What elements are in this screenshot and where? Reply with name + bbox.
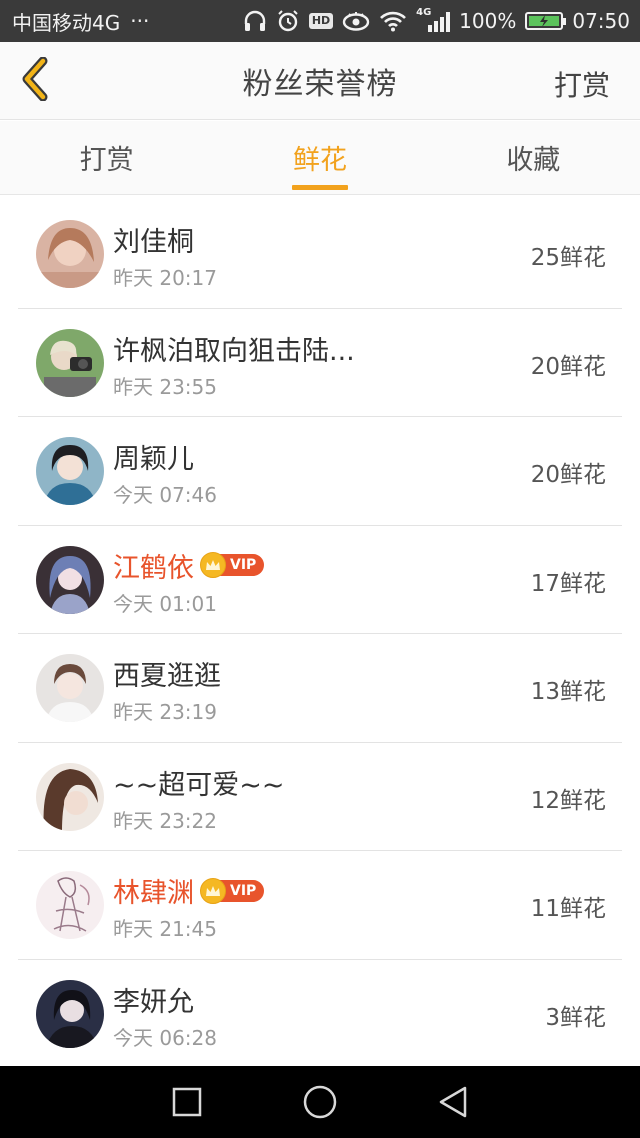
avatar[interactable] <box>36 328 104 397</box>
cellular-signal-icon: 4G <box>416 7 451 32</box>
clock-time: 07:50 <box>572 9 630 33</box>
timestamp: 昨天 20:17 <box>113 266 217 290</box>
crown-icon <box>200 552 226 578</box>
tab-label: 打赏 <box>79 145 134 176</box>
list-item[interactable]: 江鹤依 VIP 今天 01:01 17鲜花 <box>18 526 622 634</box>
timestamp: 昨天 23:22 <box>113 808 217 833</box>
flower-count: 11鲜花 <box>530 896 606 922</box>
avatar[interactable] <box>36 220 104 288</box>
timestamp: 昨天 23:55 <box>113 374 217 399</box>
tab-label: 鲜花 <box>292 145 347 176</box>
avatar[interactable] <box>36 871 104 939</box>
page-title: 粉丝荣誉榜 <box>242 66 398 102</box>
list-item[interactable]: 李妍允 今天 06:28 3鲜花 <box>18 960 622 1069</box>
flower-count: 13鲜花 <box>530 679 606 705</box>
timestamp: 今天 01:01 <box>113 591 217 616</box>
tab-reward[interactable]: 打赏 <box>0 121 213 194</box>
flower-count: 20鲜花 <box>530 353 606 380</box>
timestamp: 今天 07:46 <box>113 483 217 507</box>
system-navigation-bar <box>0 1066 640 1138</box>
flower-count: 20鲜花 <box>530 462 606 488</box>
eye-icon <box>342 10 370 32</box>
square-recents-icon[interactable] <box>167 1082 207 1122</box>
network-type-label: 4G <box>416 7 432 18</box>
tab-flowers[interactable]: 鲜花 <box>213 121 426 194</box>
flower-count: 25鲜花 <box>530 245 606 271</box>
crown-icon <box>200 877 226 904</box>
circle-home-icon[interactable] <box>300 1082 340 1122</box>
alarm-clock-icon <box>276 9 300 33</box>
headphones-icon <box>243 10 267 32</box>
hd-icon: HD <box>308 13 334 29</box>
list-item[interactable]: 刘佳桐 昨天 20:17 25鲜花 <box>18 200 622 309</box>
battery-percent: 100% <box>459 9 517 33</box>
fan-ranking-list: 刘佳桐 昨天 20:17 25鲜花 许枫泊取向狙击陆... 昨天 23:55 2… <box>0 200 640 1068</box>
avatar[interactable] <box>36 979 104 1048</box>
app-header: 粉丝荣誉榜 打赏 <box>0 42 640 120</box>
user-name: 周颖儿 <box>113 444 194 475</box>
wifi-icon <box>379 10 407 32</box>
status-bar: 中国移动4G ··· HD 4G 100% 07:50 <box>0 0 640 42</box>
vip-badge: VIP <box>200 877 265 904</box>
list-item[interactable]: 许枫泊取向狙击陆... 昨天 23:55 20鲜花 <box>18 309 622 417</box>
list-item[interactable]: ~~超可爱~~ 昨天 23:22 12鲜花 <box>18 743 622 851</box>
user-name: 江鹤依 <box>113 552 194 584</box>
user-name: 李妍允 <box>113 986 194 1018</box>
flower-count: 12鲜花 <box>530 787 606 814</box>
more-notifications-icon: ··· <box>130 9 150 33</box>
timestamp: 昨天 23:19 <box>113 700 217 724</box>
list-item[interactable]: 西夏逛逛 昨天 23:19 13鲜花 <box>18 634 622 743</box>
triangle-back-icon[interactable] <box>433 1082 473 1122</box>
user-name: 林肆渊 <box>113 878 194 909</box>
avatar[interactable] <box>36 545 104 614</box>
timestamp: 昨天 21:45 <box>113 917 217 941</box>
user-name: 西夏逛逛 <box>113 661 221 692</box>
user-name: 刘佳桐 <box>113 227 194 258</box>
chevron-left-icon <box>19 56 51 105</box>
battery-icon <box>525 12 567 30</box>
reward-button[interactable]: 打赏 <box>554 64 610 104</box>
list-item[interactable]: 林肆渊 VIP 昨天 21:45 11鲜花 <box>18 851 622 960</box>
flower-count: 17鲜花 <box>530 570 606 597</box>
active-tab-indicator <box>291 185 348 190</box>
avatar[interactable] <box>36 762 104 831</box>
avatar[interactable] <box>36 437 104 505</box>
carrier-label: 中国移动4G <box>12 10 121 35</box>
avatar[interactable] <box>36 654 104 722</box>
back-button[interactable] <box>14 56 56 105</box>
tab-bar: 打赏 鲜花 收藏 <box>0 121 640 195</box>
list-item[interactable]: 周颖儿 今天 07:46 20鲜花 <box>18 417 622 526</box>
tab-label: 收藏 <box>506 145 561 176</box>
vip-badge: VIP <box>200 552 265 578</box>
flower-count: 3鲜花 <box>545 1004 606 1031</box>
user-name: 许枫泊取向狙击陆... <box>113 335 355 367</box>
timestamp: 今天 06:28 <box>113 1025 217 1050</box>
user-name: ~~超可爱~~ <box>113 769 285 801</box>
tab-favorites[interactable]: 收藏 <box>427 121 640 194</box>
